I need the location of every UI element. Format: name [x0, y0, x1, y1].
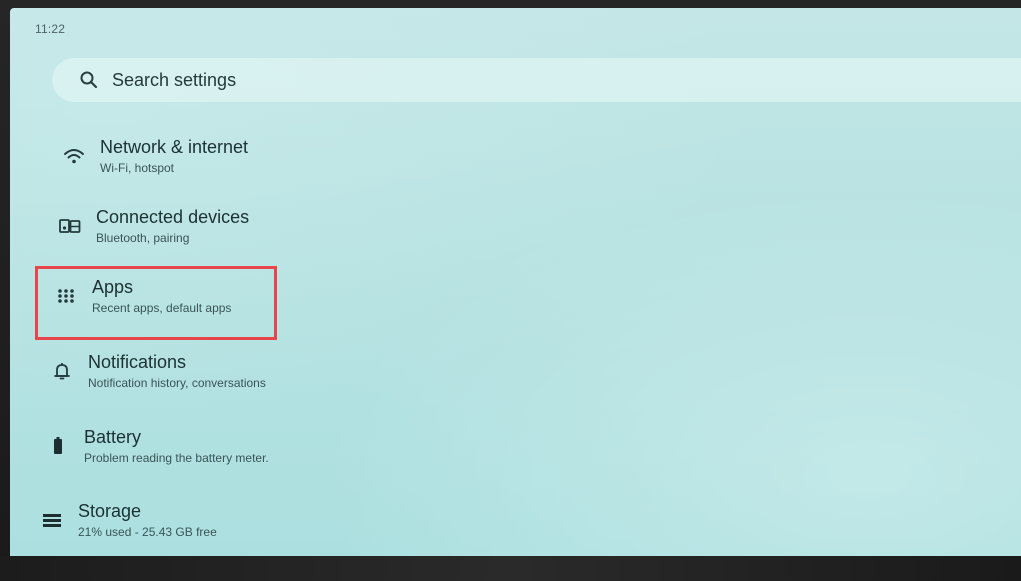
- device-frame: 11:22 Search settings Network & internet…: [0, 0, 1021, 581]
- settings-item-title: Battery: [84, 427, 142, 447]
- settings-item-network[interactable]: Network & internet Wi-Fi, hotspot: [60, 136, 248, 176]
- settings-item-subtitle: Problem reading the battery meter.: [84, 451, 269, 465]
- search-icon: [78, 69, 100, 91]
- search-placeholder: Search settings: [112, 69, 237, 90]
- settings-item-subtitle: Wi-Fi, hotspot: [100, 161, 175, 175]
- settings-item-subtitle: Notification history, conversations: [88, 376, 266, 390]
- settings-item-connected-devices[interactable]: Connected devices Bluetooth, pairing: [56, 206, 249, 246]
- storage-icon: [38, 506, 66, 534]
- settings-item-title: Storage: [78, 501, 142, 521]
- settings-item-storage[interactable]: Storage 21% used - 25.43 GB free: [38, 500, 217, 540]
- bell-icon: [48, 357, 76, 385]
- settings-item-notifications[interactable]: Notifications Notification history, conv…: [48, 351, 266, 391]
- settings-item-subtitle: Bluetooth, pairing: [96, 231, 190, 245]
- settings-item-title: Connected devices: [96, 207, 250, 227]
- settings-screen: 11:22 Search settings Network & internet…: [10, 8, 1021, 558]
- settings-item-title: Notifications: [88, 352, 187, 372]
- battery-icon: [44, 432, 72, 460]
- settings-item-title: Network & internet: [100, 137, 249, 157]
- highlight-box: [35, 266, 277, 340]
- device-bezel-bottom: [0, 556, 1021, 581]
- search-settings-bar[interactable]: Search settings: [52, 58, 1021, 102]
- settings-item-battery[interactable]: Battery Problem reading the battery mete…: [44, 426, 269, 466]
- settings-item-subtitle: 21% used - 25.43 GB free: [78, 525, 217, 539]
- connected-devices-icon: [56, 212, 84, 240]
- wifi-icon: [60, 142, 88, 170]
- status-bar-time: 11:22: [35, 22, 66, 36]
